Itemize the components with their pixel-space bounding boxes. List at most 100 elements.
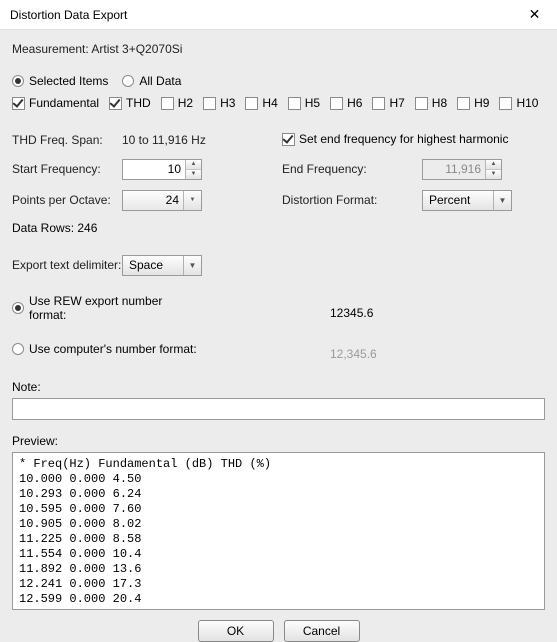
scope-row: Selected Items All Data [12,74,545,88]
button-row: OK Cancel [12,620,545,642]
dialog-content: Measurement: Artist 3+Q2070Si Selected I… [0,30,557,642]
computer-format-example: 12,345.6 [330,347,400,361]
preview-row: 11.554 0.000 10.4 [19,547,141,561]
datarows: Data Rows: 246 [12,221,545,235]
check-h7-label: H7 [389,96,404,110]
radio-computer-format-label: Use computer's number format: [29,342,197,356]
frequency-grid: THD Freq. Span: 10 to 11,916 Hz Set end … [12,132,545,211]
radio-dot-icon [12,75,24,87]
check-h10[interactable]: H10 [499,96,538,110]
delimiter-row: Export text delimiter: Space ▼ [12,255,545,276]
preview-row: 11.225 0.000 8.58 [19,532,141,546]
end-freq-input: 11,916 ▲ ▼ [422,159,502,180]
titlebar: Distortion Data Export ✕ [0,0,557,30]
check-h6[interactable]: H6 [330,96,362,110]
radio-all-data-label: All Data [139,74,181,88]
measurement-label: Measurement: [12,42,89,56]
check-h10-label: H10 [516,96,538,110]
check-fundamental[interactable]: Fundamental [12,96,99,110]
check-h3[interactable]: H3 [203,96,235,110]
preview-header: * Freq(Hz) Fundamental (dB) THD (%) [19,457,271,471]
distortion-format-label: Distortion Format: [282,193,422,207]
harmonics-row: Fundamental THD H2 H3 H4 H5 H6 H7 H8 H9 … [12,96,545,110]
check-h5[interactable]: H5 [288,96,320,110]
preview-row: 12.599 0.000 20.4 [19,592,141,606]
dropdown-arrow[interactable]: ▼ [183,191,201,210]
note-section: Note: [12,380,545,420]
check-h4-label: H4 [262,96,277,110]
check-h8[interactable]: H8 [415,96,447,110]
checkbox-icon [372,97,385,110]
ok-button[interactable]: OK [198,620,274,642]
rew-format-example: 12345.6 [330,306,400,320]
check-h8-label: H8 [432,96,447,110]
checkbox-icon [415,97,428,110]
thd-span-value: 10 to 11,916 Hz [122,133,242,147]
start-freq-value: 10 [123,162,185,176]
chevron-down-icon[interactable]: ▼ [186,170,201,179]
check-h6-label: H6 [347,96,362,110]
check-h2-label: H2 [178,96,193,110]
check-h7[interactable]: H7 [372,96,404,110]
radio-selected-items-label: Selected Items [29,74,108,88]
distortion-format-value: Percent [423,193,493,207]
delimiter-value: Space [123,258,183,272]
end-freq-value: 11,916 [423,162,485,176]
preview-row: 12.241 0.000 17.3 [19,577,141,591]
radio-all-data[interactable]: All Data [122,74,181,88]
check-h5-label: H5 [305,96,320,110]
check-fundamental-label: Fundamental [29,96,99,110]
check-h4[interactable]: H4 [245,96,277,110]
checkbox-icon [330,97,343,110]
check-h9[interactable]: H9 [457,96,489,110]
preview-box[interactable]: * Freq(Hz) Fundamental (dB) THD (%) 10.0… [12,452,545,610]
checkbox-icon [109,97,122,110]
radio-rew-format[interactable]: Use REW export number format: [12,294,198,322]
end-freq-label: End Frequency: [282,162,422,176]
start-freq-label: Start Frequency: [12,162,122,176]
cancel-button[interactable]: Cancel [284,620,360,642]
note-input[interactable] [12,398,545,420]
chevron-up-icon: ▲ [486,160,501,170]
checkbox-icon [282,133,295,146]
window-title: Distortion Data Export [10,8,127,22]
note-label: Note: [12,380,545,394]
datarows-value: 246 [77,221,97,235]
radio-dot-icon [12,302,24,314]
delimiter-select[interactable]: Space ▼ [122,255,202,276]
spinner: ▲ ▼ [485,160,501,179]
spinner[interactable]: ▲ ▼ [185,160,201,179]
chevron-down-icon: ▼ [493,191,511,210]
checkbox-icon [457,97,470,110]
radio-dot-icon [12,343,24,355]
preview-row: 11.892 0.000 13.6 [19,562,141,576]
distortion-format-select[interactable]: Percent ▼ [422,190,512,211]
number-format-group: Use REW export number format: 12345.6 Us… [12,294,545,366]
radio-dot-icon [122,75,134,87]
radio-computer-format[interactable]: Use computer's number format: [12,342,197,356]
checkbox-icon [288,97,301,110]
preview-label: Preview: [12,434,545,448]
checkbox-icon [499,97,512,110]
close-button[interactable]: ✕ [512,0,557,30]
preview-row: 10.595 0.000 7.60 [19,502,141,516]
measurement-value: Artist 3+Q2070Si [91,42,182,56]
chevron-up-icon[interactable]: ▲ [186,160,201,170]
chevron-down-icon: ▼ [486,170,501,179]
check-h3-label: H3 [220,96,235,110]
checkbox-icon [245,97,258,110]
check-set-end-freq[interactable]: Set end frequency for highest harmonic [282,132,508,146]
chevron-down-icon: ▼ [183,256,201,275]
preview-row: 10.000 0.000 4.50 [19,472,141,486]
cancel-button-label: Cancel [303,624,340,638]
check-h2[interactable]: H2 [161,96,193,110]
chevron-down-icon: ▼ [184,191,201,210]
checkbox-icon [161,97,174,110]
check-thd[interactable]: THD [109,96,151,110]
checkbox-icon [203,97,216,110]
measurement-row: Measurement: Artist 3+Q2070Si [12,42,545,56]
ok-button-label: OK [227,624,244,638]
ppo-select[interactable]: 24 ▼ [122,190,202,211]
radio-selected-items[interactable]: Selected Items [12,74,108,88]
start-freq-input[interactable]: 10 ▲ ▼ [122,159,202,180]
